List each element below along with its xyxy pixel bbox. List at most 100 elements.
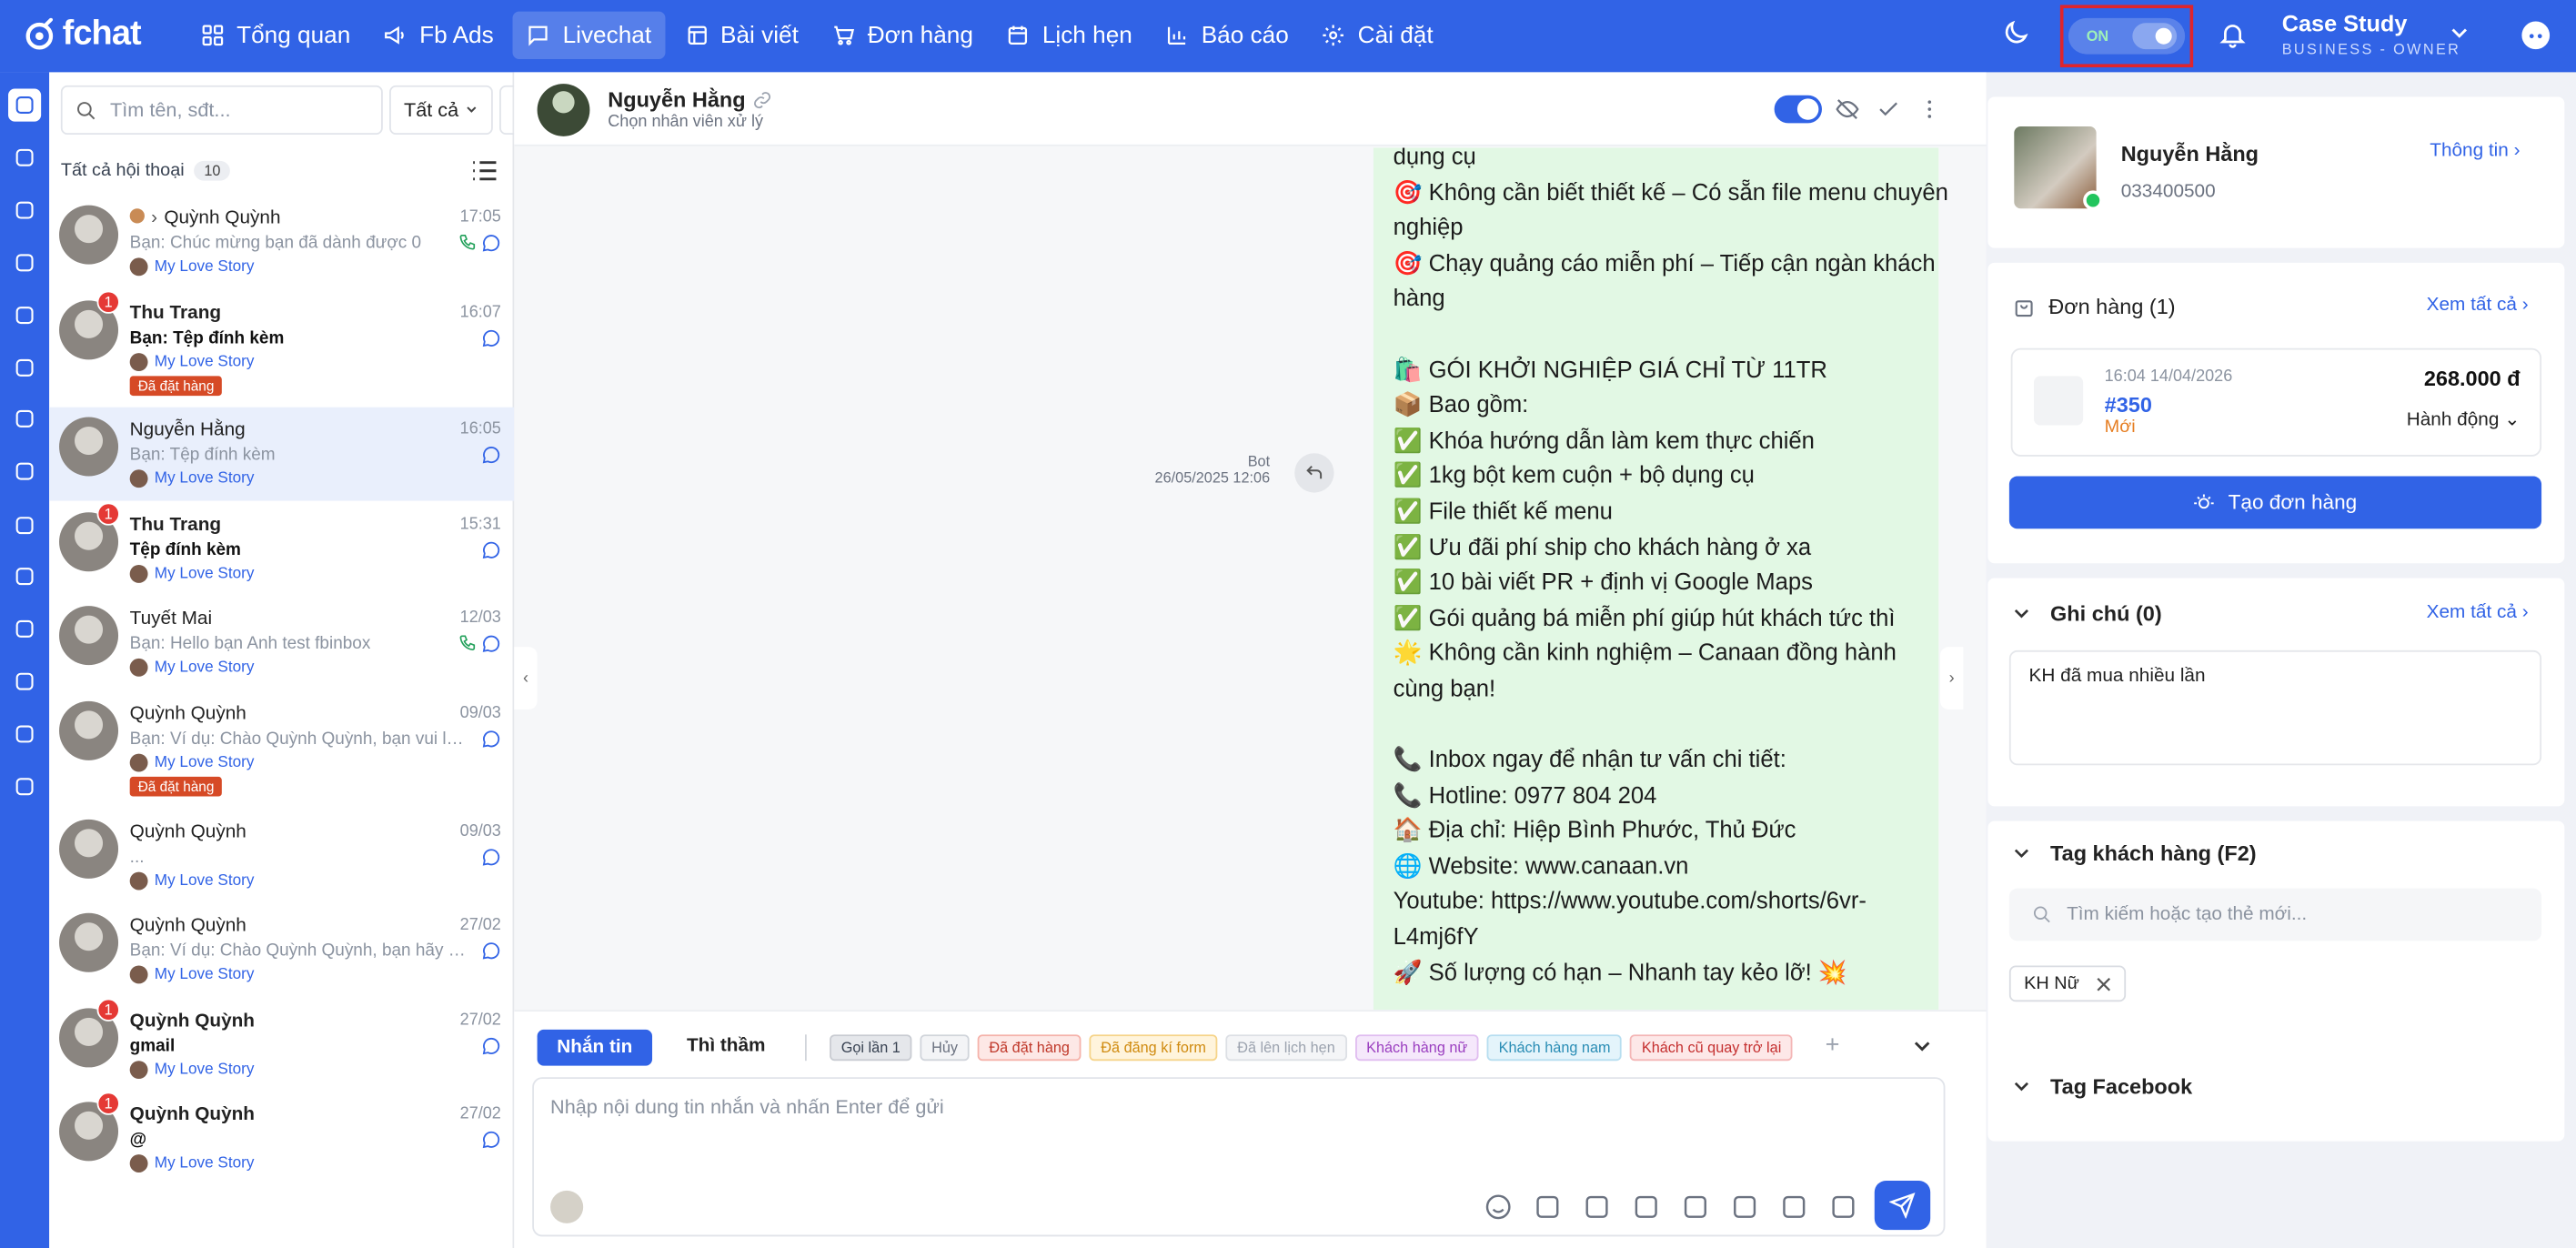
nav-megaphone[interactable]: Fb Ads [370,12,507,59]
fchat-logo[interactable]: fchat [23,15,142,54]
sidebar-item-5[interactable] [8,351,41,384]
nav-grid[interactable]: Tổng quan [187,12,364,59]
sidebar-item-12[interactable] [8,718,41,750]
message-line: 📞 Inbox ngay để nhận tư vấn chi tiết: [1393,747,1786,774]
sidebar-item-4[interactable] [8,299,41,332]
calendar-icon[interactable] [1779,1193,1809,1222]
nav-cart[interactable]: Đơn hàng [819,12,987,59]
list-view-icon[interactable] [471,159,498,182]
nav-gear[interactable]: Cài đặt [1308,12,1446,59]
quick-tag[interactable]: Khách cũ quay trở lại [1630,1034,1793,1062]
nav-chat[interactable]: Livechat [513,11,665,59]
template-icon[interactable] [1730,1193,1760,1222]
page-label: My Love Story [129,871,254,891]
bot-toggle[interactable] [1774,95,1822,124]
more-vertical-icon[interactable] [1917,97,1942,122]
quick-tag[interactable]: Đã đăng kí form [1089,1034,1218,1062]
quick-tag[interactable]: Gọi lần 1 [830,1034,912,1062]
quick-tag[interactable]: Hủy [920,1034,970,1062]
box-icon[interactable] [1828,1193,1858,1222]
message-bubble[interactable]: dụng cụ 🎯 Không cần biết thiết kế – Có sẵ… [1373,147,1948,1011]
conversation-item[interactable]: › Quỳnh Quỳnh Bạn: Chúc mừng bạn đã dành đ… [49,196,514,289]
sidebar-item-0[interactable] [8,88,42,122]
emoji-icon[interactable] [1484,1193,1514,1222]
search-icon [77,101,96,119]
video-icon[interactable] [1681,1193,1711,1222]
conversation-item[interactable]: Quỳnh Quỳnh Bạn: Ví dụ: Chào Quỳnh Quỳnh,… [49,903,514,997]
facebook-tags-header[interactable]: Tag Facebook [2012,1074,2192,1099]
eye-off-icon[interactable] [1835,97,1859,122]
notes-view-all[interactable]: Xem tất cả › [2427,603,2529,623]
filter-dropdown[interactable]: Tất cả [389,85,493,136]
nav-document[interactable]: Bài viết [671,12,812,59]
dark-mode-icon[interactable] [2001,18,2031,47]
reply-button[interactable] [1294,453,1334,493]
close-icon[interactable] [2096,976,2110,991]
collapse-right-button[interactable]: › [1940,647,1964,710]
info-link[interactable]: Thông tin › [2430,141,2520,161]
account-menu[interactable]: Case Study BUSINESS - OWNER [2282,10,2461,57]
sidebar-item-1[interactable] [8,141,41,174]
message-meta: Bot 26/05/2025 12:06 [1089,453,1271,486]
quick-tag[interactable]: Khách hàng nam [1486,1034,1623,1062]
message-input[interactable]: Nhập nội dung tin nhắn và nhấn Enter để … [532,1077,1946,1237]
paperclip-icon[interactable] [1582,1193,1612,1222]
sidebar-item-13[interactable] [8,770,41,803]
chevron-down-icon[interactable] [2450,23,2470,43]
collapse-left-button[interactable]: ‹ [514,647,538,710]
sidebar-item-10[interactable] [8,612,41,645]
conversation-item[interactable]: Nguyễn Hằng Bạn: Tệp đính kèm My Love Stor… [49,407,515,501]
phone-icon [15,254,34,272]
send-button[interactable] [1874,1180,1931,1231]
note-text[interactable]: KH đã mua nhiều lần [2008,649,2542,766]
search-input[interactable]: Tìm tên, sđt... [60,85,383,136]
quick-tag[interactable]: Đã đặt hàng [977,1034,1082,1062]
sidebar-item-6[interactable] [8,402,41,435]
online-toggle[interactable]: ON [2068,17,2186,55]
bell-icon[interactable] [2218,18,2248,51]
sidebar-item-2[interactable] [8,194,41,226]
chatbot-icon[interactable] [2521,21,2551,50]
sidebar-item-9[interactable] [8,560,41,593]
link-icon[interactable] [752,90,772,110]
create-order-button[interactable]: Tạo đơn hàng [2008,476,2542,529]
customer-tags-header[interactable]: Tag khách hàng (F2) [2012,840,2257,865]
tab-message[interactable]: Nhắn tin [537,1029,653,1066]
orders-view-all[interactable]: Xem tất cả › [2427,296,2529,316]
customer-tag-chip[interactable]: KH Nữ [2008,965,2126,1002]
assign-staff-link[interactable]: Chọn nhân viên xử lý [608,114,763,132]
notes-header[interactable]: Ghi chú (0) [2012,601,2162,626]
quick-tag[interactable]: Khách hàng nữ [1354,1034,1479,1062]
conversation-item[interactable]: Quỳnh Quỳnh... My Love Story 09/03 [49,810,514,903]
order-tag: Đã đặt hàng [129,376,223,397]
message-area[interactable]: Bot 26/05/2025 12:06 dụng cụ 🎯 Không cần … [514,147,1986,1011]
conversation-item[interactable]: Quỳnh Quỳnh Bạn: Ví dụ: Chào Quỳnh Quỳnh,… [49,691,514,797]
add-tag-button[interactable]: + [1826,1032,1840,1060]
sticker-icon[interactable] [1533,1193,1563,1222]
agent-avatar[interactable] [550,1190,584,1223]
nav-bar-chart[interactable]: Báo cáo [1152,12,1303,59]
order-action-label: Hành động [2406,410,2500,430]
conversation-item[interactable]: 1 Quỳnh Quỳnh @ My Love Story 27/02 [49,1092,514,1185]
order-item[interactable]: 16:04 14/04/2026 #350 Mới 268.000 đ Hành… [2010,347,2542,457]
order-id[interactable]: #350 [2105,392,2152,417]
check-icon[interactable] [1877,97,1901,122]
tag-search-input[interactable]: Tìm kiếm hoặc tạo thẻ mới... [2008,888,2542,941]
image-icon[interactable] [1631,1193,1661,1222]
sidebar-item-11[interactable] [8,665,41,698]
conversation-item[interactable]: 1 Thu Trang Tệp đính kèm My Love Story 15:31 [49,502,514,596]
avatar [59,912,119,972]
sidebar-item-7[interactable] [8,455,41,488]
conversation-item[interactable]: 1 Thu Trang Bạn: Tệp đính kèm My Love Story… [49,290,514,397]
conversation-time: 27/02 [459,1104,501,1123]
quick-tag[interactable]: Đã lên lịch hẹn [1225,1034,1347,1062]
tab-whisper[interactable]: Thì thầm [687,1036,766,1056]
chevron-down-icon[interactable] [1912,1036,1932,1056]
conversation-item[interactable]: 1 Quỳnh Quỳnh gmail My Love Story 27/02 [49,998,514,1092]
sidebar-item-8[interactable] [8,509,41,542]
nav-calendar[interactable]: Lịch hẹn [993,12,1146,59]
order-action-dropdown[interactable]: Hành động ⌄ [2407,408,2521,430]
sidebar-item-3[interactable] [8,247,41,279]
conversation-item[interactable]: Tuyết Mai Bạn: Hello bạn Anh test fbinbox… [49,596,514,689]
file-text-icon [15,778,34,796]
